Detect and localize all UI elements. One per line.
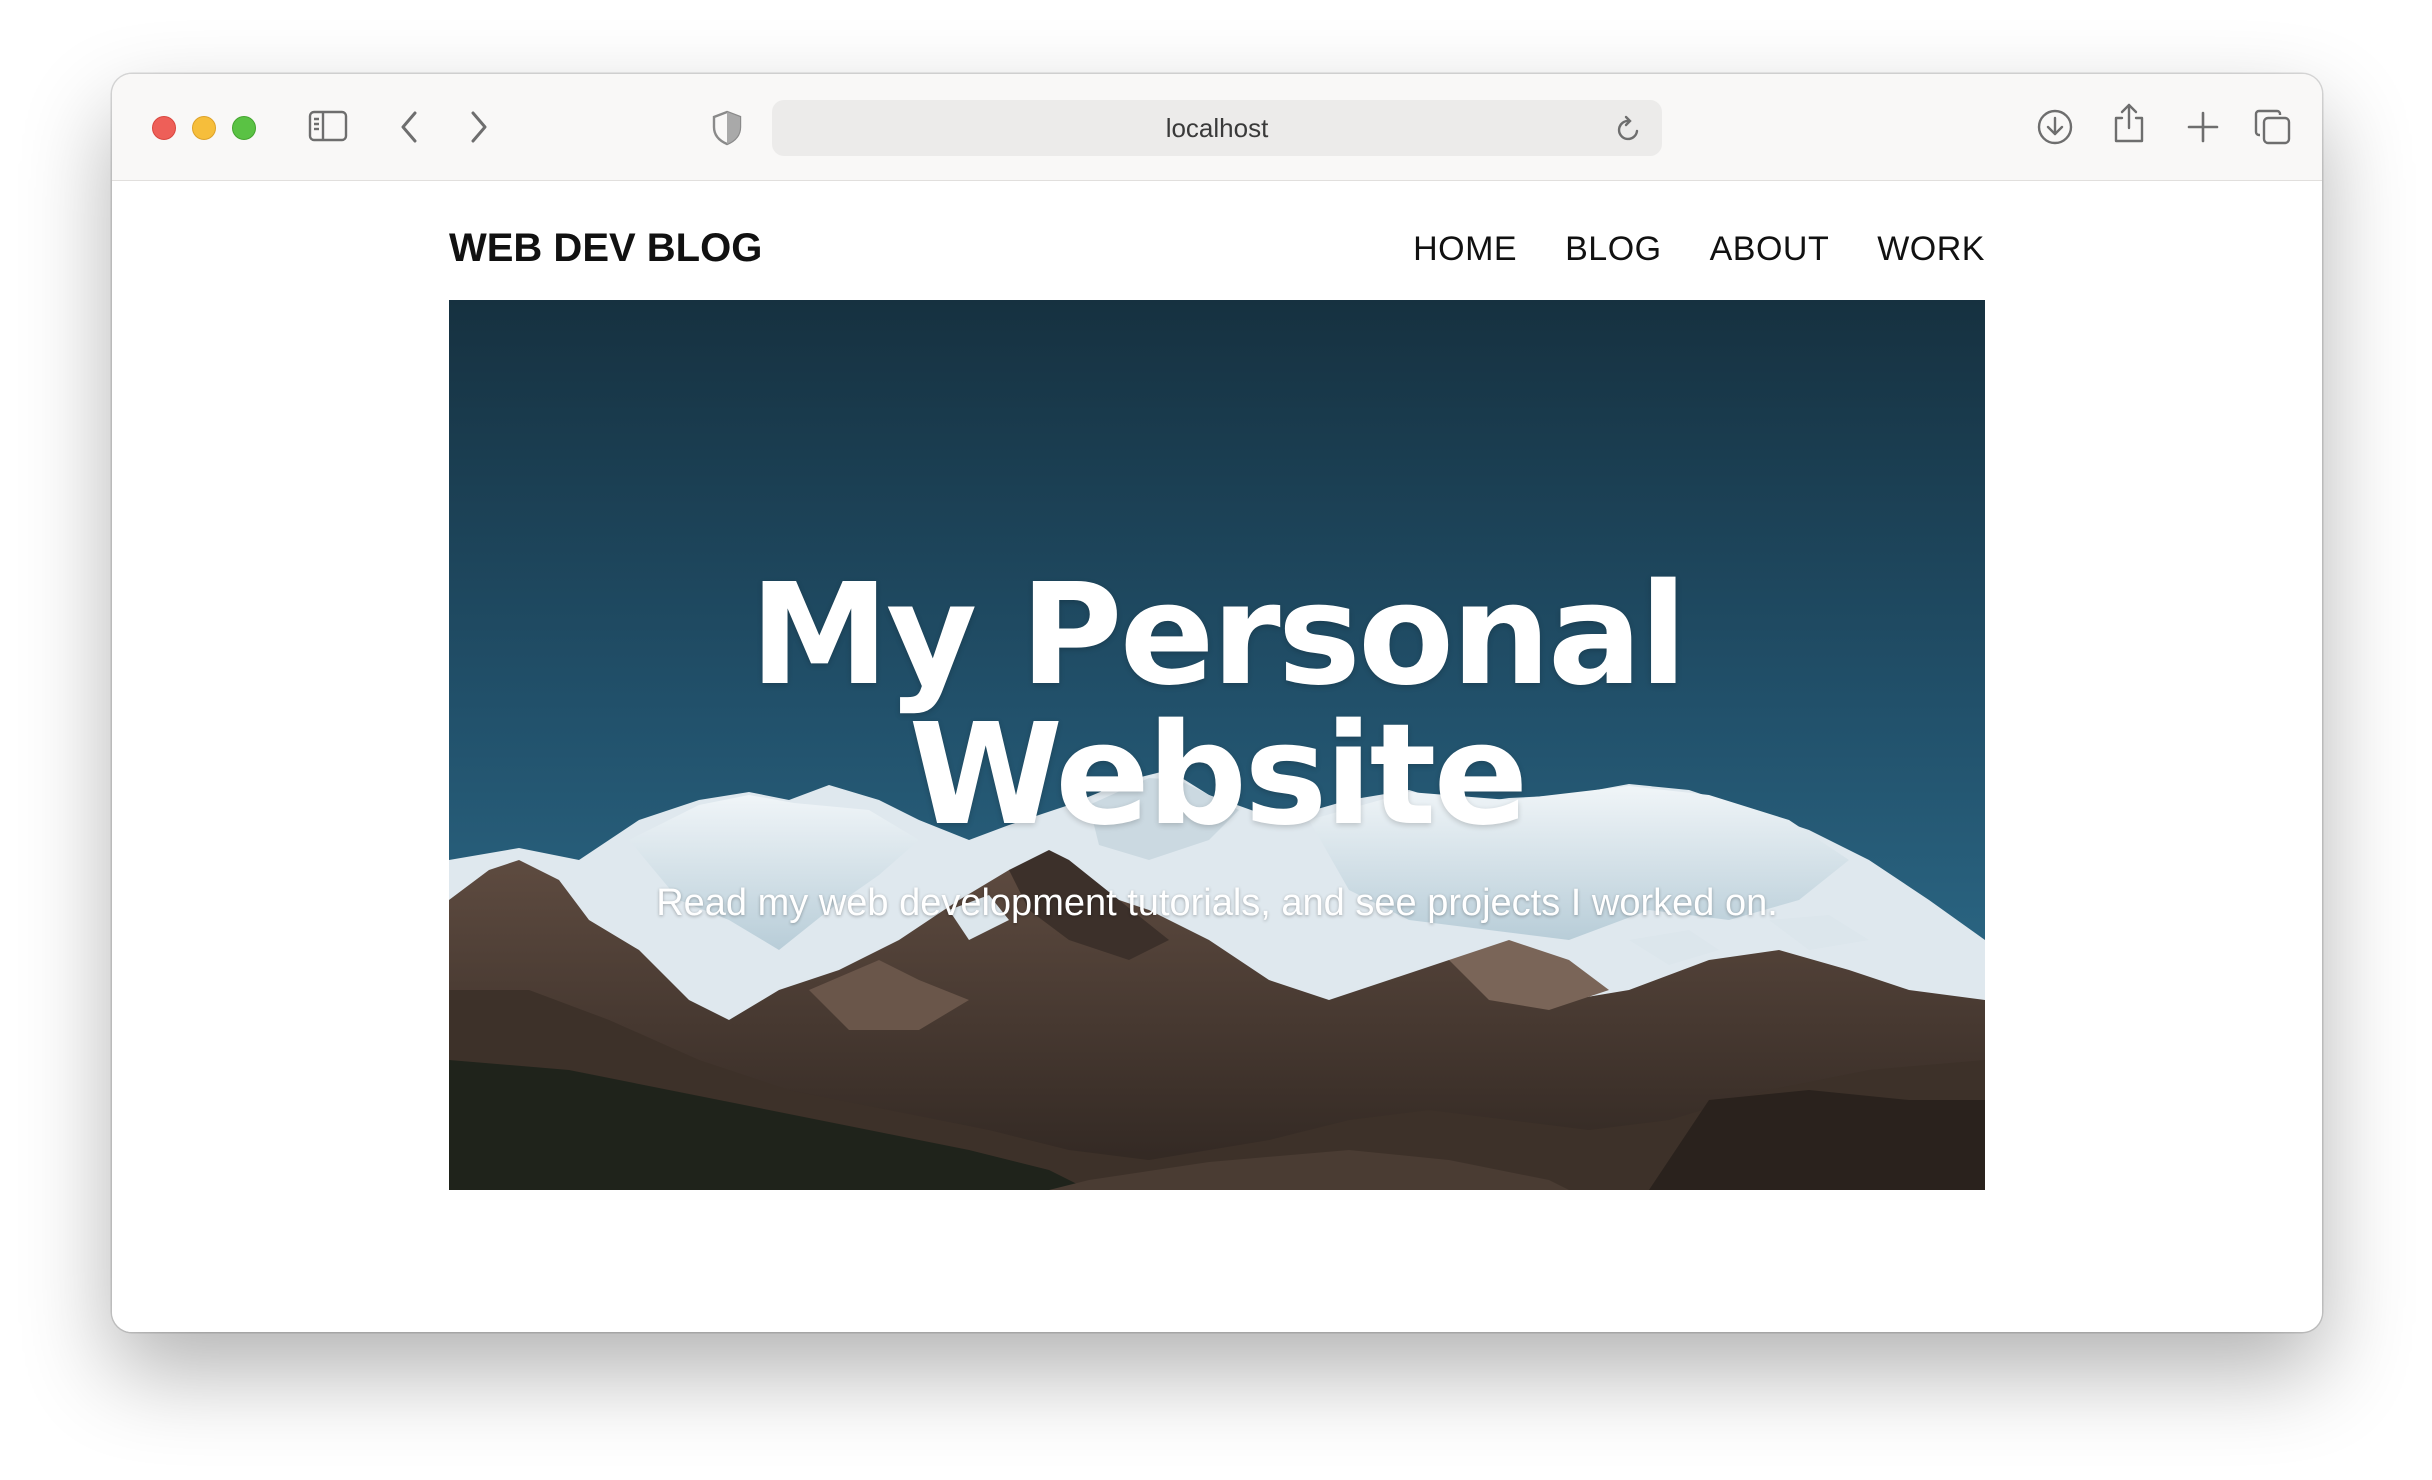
plus-icon[interactable] xyxy=(2186,110,2220,144)
nav-link-home[interactable]: HOME xyxy=(1413,230,1517,269)
nav-link-about[interactable]: ABOUT xyxy=(1710,230,1830,269)
hero-subtitle: Read my web development tutorials, and s… xyxy=(656,882,1778,924)
share-icon[interactable] xyxy=(2112,102,2146,144)
browser-window: localhost WEB DEV BLOG HOME BLOG ABOUT W… xyxy=(112,74,2322,1332)
address-bar[interactable]: localhost xyxy=(772,100,1662,156)
zoom-window-button[interactable] xyxy=(232,116,256,140)
url-text: localhost xyxy=(1165,113,1269,143)
chevron-right-icon[interactable] xyxy=(468,110,490,144)
tabs-overview-icon[interactable] xyxy=(2254,108,2292,146)
hero-title-line-1: My Personal xyxy=(749,554,1688,717)
download-icon[interactable] xyxy=(2036,108,2074,146)
hero-title-line-2: Website xyxy=(908,694,1529,857)
close-window-button[interactable] xyxy=(152,116,176,140)
nav-link-work[interactable]: WORK xyxy=(1877,230,1985,269)
page-viewport: WEB DEV BLOG HOME BLOG ABOUT WORK My Per… xyxy=(112,182,2322,1332)
nav-link-blog[interactable]: BLOG xyxy=(1565,230,1661,269)
site-logo[interactable]: WEB DEV BLOG xyxy=(449,226,762,271)
site-header: WEB DEV BLOG HOME BLOG ABOUT WORK xyxy=(449,182,1985,300)
main-nav: HOME BLOG ABOUT WORK xyxy=(1413,230,1985,269)
reload-icon[interactable] xyxy=(1616,115,1642,148)
shield-icon[interactable] xyxy=(712,110,742,146)
hero-title: My Personal Website xyxy=(449,566,1985,846)
desktop-background: localhost WEB DEV BLOG HOME BLOG ABOUT W… xyxy=(0,0,2432,1480)
chevron-left-icon[interactable] xyxy=(398,110,420,144)
minimize-window-button[interactable] xyxy=(192,116,216,140)
sidebar-icon[interactable] xyxy=(308,110,348,142)
browser-toolbar: localhost xyxy=(112,74,2322,181)
hero-banner: My Personal Website Read my web developm… xyxy=(449,300,1985,1190)
